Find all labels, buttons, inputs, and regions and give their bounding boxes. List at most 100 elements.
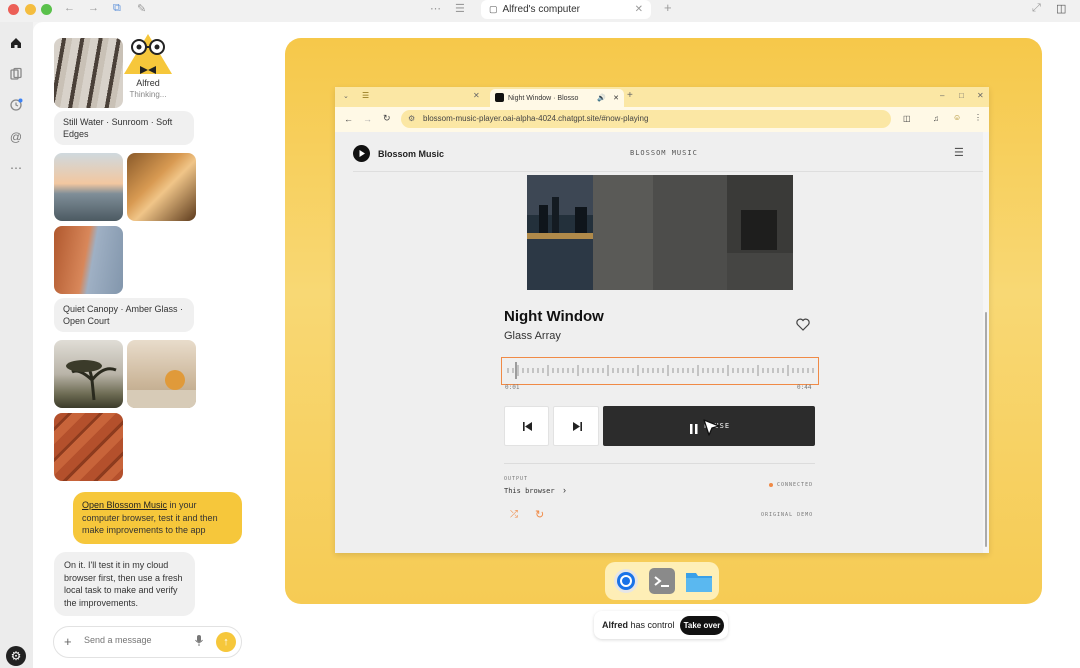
minimize-icon[interactable]: –	[940, 91, 944, 100]
menu-icon[interactable]: ⋮	[974, 113, 982, 122]
extensions-icon[interactable]: ◫	[903, 114, 911, 123]
left-rail: @ ⋯ ⚙	[0, 22, 33, 668]
monitor-icon: ▢	[489, 4, 498, 14]
close-window-icon[interactable]: ✕	[977, 91, 984, 100]
connection-status: CONNECTED	[777, 482, 814, 488]
home-icon[interactable]	[8, 36, 24, 52]
more-icon[interactable]: ⋯	[8, 160, 24, 176]
scrollbar-thumb[interactable]	[985, 312, 987, 547]
take-over-button[interactable]: Take over	[680, 616, 724, 635]
message-input[interactable]	[84, 635, 194, 645]
back-arrow-icon[interactable]: ←	[64, 2, 75, 14]
add-attachment-icon[interactable]: +	[64, 634, 72, 649]
expand-icon[interactable]: ⤢	[1032, 2, 1041, 15]
brand-name[interactable]: Blossom Music	[378, 149, 444, 159]
site-info-icon[interactable]: ⚙	[408, 110, 415, 128]
output-label: OUTPUT	[504, 476, 529, 482]
image-thumbnail[interactable]	[54, 226, 123, 294]
new-tab-icon[interactable]: +	[664, 0, 672, 15]
track-title: Night Window	[504, 308, 604, 325]
new-window-icon[interactable]: ⧉	[113, 2, 121, 15]
list-icon[interactable]: ☰	[455, 2, 465, 15]
minimize-window-button[interactable]	[25, 4, 36, 15]
microphone-icon[interactable]	[195, 635, 203, 649]
terminal-app-icon[interactable]	[649, 568, 675, 599]
agent-message: On it. I'll test it in my cloud browser …	[54, 552, 195, 616]
chevron-right-icon[interactable]: ›	[563, 485, 566, 495]
pinned-tab-icon[interactable]: ☰	[362, 91, 369, 100]
time-total: 0:44	[797, 384, 812, 391]
blossom-favicon-icon	[495, 93, 504, 102]
restore-icon[interactable]: □	[959, 91, 964, 100]
close-window-button[interactable]	[8, 4, 19, 15]
reload-icon[interactable]: ↻	[383, 113, 391, 124]
image-thumbnail[interactable]	[127, 340, 196, 408]
profile-icon[interactable]: ☺	[953, 113, 961, 122]
blossom-music-page: Blossom Music BLOSSOM MUSIC ☰ Night Wind…	[335, 132, 989, 553]
status-dot	[769, 483, 773, 487]
agent-status: Thinking...	[129, 90, 167, 99]
remote-tab-night-window[interactable]: Night Window · Blosso 🔊 ✕	[490, 89, 624, 107]
caption-bubble: Quiet Canopy · Amber Glass · Open Court	[54, 298, 194, 332]
heart-icon[interactable]	[796, 318, 810, 336]
next-button[interactable]	[553, 406, 599, 446]
url-text: blossom-music-player.oai-alpha-4024.chat…	[423, 114, 649, 123]
settings-icon[interactable]: ⚙	[6, 646, 26, 666]
close-tab-icon[interactable]: ✕	[635, 4, 643, 15]
forward-arrow-icon[interactable]: →	[363, 114, 372, 124]
tab-title: Alfred's computer	[502, 4, 581, 15]
at-icon[interactable]: @	[8, 129, 24, 145]
user-message: Open Blossom Music in your computer brow…	[73, 492, 242, 544]
image-thumbnail[interactable]	[54, 413, 123, 481]
media-controls-icon[interactable]: ♫	[933, 114, 939, 123]
control-status-label: has control	[630, 620, 675, 630]
remote-address-bar: ← → ↻ ⚙ blossom-music-player.oai-alpha-4…	[335, 107, 989, 132]
remote-tab-strip: ⌄ ☰ ✕ Night Window · Blosso 🔊 ✕ + – □ ✕	[335, 87, 989, 107]
compose-icon[interactable]: ✎	[137, 2, 146, 15]
control-status-pill: Alfred has control Take over	[594, 611, 728, 639]
forward-arrow-icon[interactable]: →	[88, 2, 99, 14]
shuffle-icon[interactable]: ⤮	[510, 509, 518, 520]
image-thumbnail[interactable]	[54, 340, 123, 408]
chrome-app-icon[interactable]	[613, 568, 639, 599]
album-cover	[527, 175, 793, 290]
message-composer: + ↑	[53, 626, 242, 658]
image-thumbnail[interactable]	[127, 153, 196, 221]
agent-name: Alfred	[136, 78, 160, 88]
maximize-window-button[interactable]	[41, 4, 52, 15]
previous-button[interactable]	[504, 406, 549, 446]
close-tab-icon[interactable]: ✕	[613, 94, 619, 102]
tab-alfreds-computer[interactable]: ▢ Alfred's computer ✕	[481, 0, 651, 19]
output-device[interactable]: This browser	[504, 487, 555, 495]
tab-search-icon[interactable]: ⌄	[343, 92, 349, 100]
pause-button[interactable]: PAUSE	[603, 406, 815, 446]
remote-dock	[605, 562, 719, 600]
waveform-seek-bar[interactable]	[501, 357, 819, 385]
scrollbar-track[interactable]	[983, 132, 989, 553]
new-tab-icon[interactable]: +	[627, 90, 633, 101]
artist-name[interactable]: Glass Array	[504, 330, 561, 342]
back-arrow-icon[interactable]: ←	[344, 114, 353, 124]
user-message-link[interactable]: Open Blossom Music	[82, 500, 167, 510]
image-thumbnail[interactable]	[54, 153, 123, 221]
window-title-bar: ← → ⧉ ✎ ⋯ ☰ ▢ Alfred's computer ✕ + ⤢ ◫	[0, 0, 1080, 22]
control-status-text: Alfred has control	[602, 620, 675, 630]
image-thumbnail[interactable]	[54, 38, 123, 108]
repeat-icon[interactable]: ↻	[535, 508, 544, 521]
more-icon[interactable]: ⋯	[430, 2, 441, 15]
footer-tag: ORIGINAL DEMO	[761, 512, 814, 518]
blossom-logo-icon[interactable]	[353, 145, 370, 162]
history-icon[interactable]	[8, 98, 24, 114]
sidebar-toggle-icon[interactable]: ◫	[1056, 2, 1066, 15]
files-app-icon[interactable]	[685, 568, 713, 599]
queue-menu-icon[interactable]: ☰	[954, 146, 964, 159]
url-field[interactable]: ⚙ blossom-music-player.oai-alpha-4024.ch…	[401, 110, 891, 128]
caption-bubble: Still Water · Sunroom · Soft Edges	[54, 111, 194, 145]
pause-icon	[690, 421, 698, 439]
header-divider	[353, 171, 983, 172]
speaker-icon[interactable]: 🔊	[597, 94, 606, 102]
time-elapsed: 0:01	[505, 384, 520, 391]
close-prev-tab-icon[interactable]: ✕	[473, 91, 480, 100]
send-button[interactable]: ↑	[216, 632, 236, 652]
pages-icon[interactable]	[8, 67, 24, 83]
